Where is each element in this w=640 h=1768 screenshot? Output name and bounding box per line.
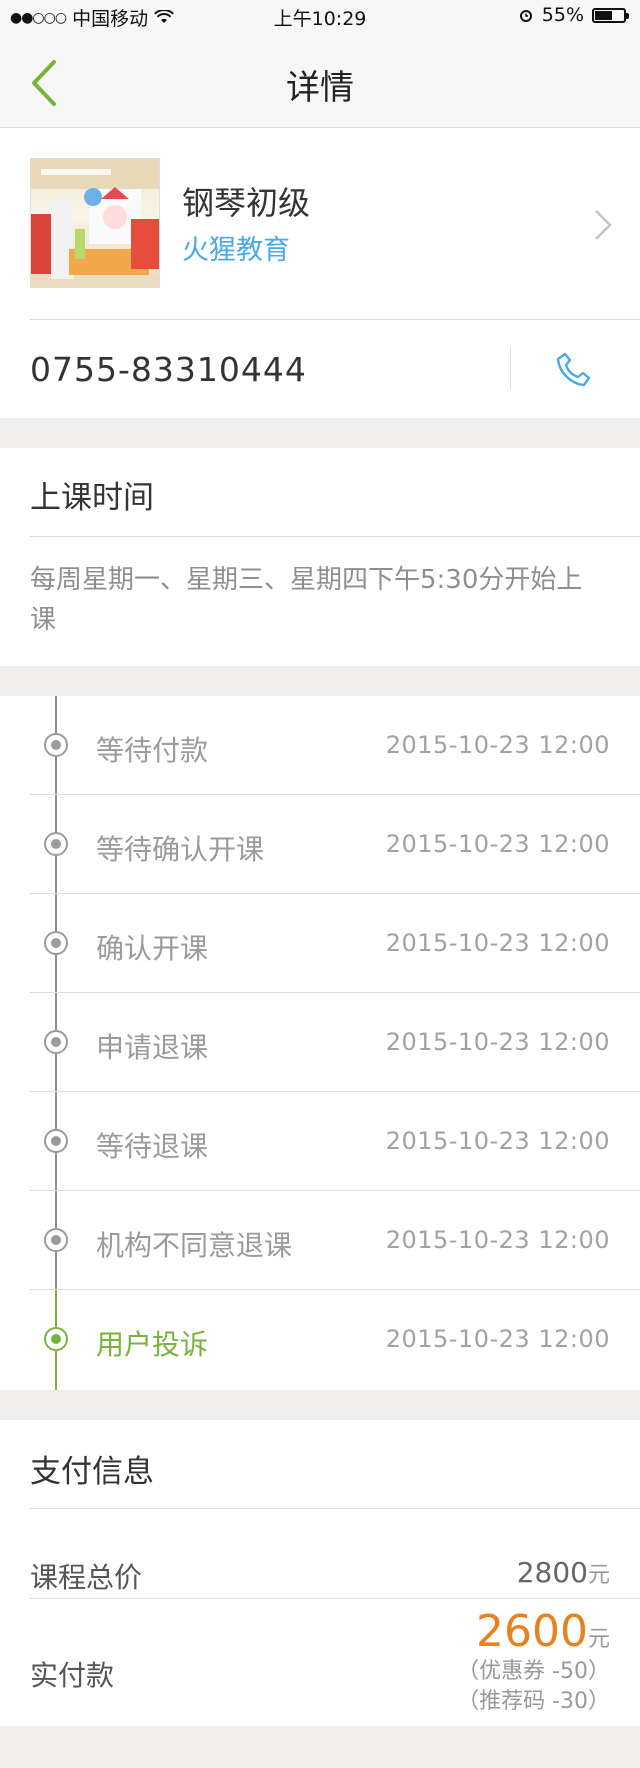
separator <box>510 348 511 390</box>
status-bar: ●●○○○ 中国移动 上午10:29 55% <box>0 0 640 32</box>
total-price-label: 课程总价 <box>30 1561 143 1594</box>
chevron-right-icon <box>595 210 612 240</box>
timeline-item: 机构不同意退课 2015-10-23 12:00 <box>0 1191 640 1290</box>
timeline-time: 2015-10-23 12:00 <box>385 1226 610 1254</box>
actual-paid-value: 2600 <box>476 1606 588 1657</box>
course-card[interactable]: 钢琴初级 火猩教育 <box>0 128 640 320</box>
timeline-item: 确认开课 2015-10-23 12:00 <box>0 894 640 993</box>
organization-link[interactable]: 火猩教育 <box>182 228 290 267</box>
timeline-time: 2015-10-23 12:00 <box>385 929 610 957</box>
status-timeline: 等待付款 2015-10-23 12:00 等待确认开课 2015-10-23 … <box>0 696 640 1390</box>
currency-unit: 元 <box>587 1563 610 1588</box>
timeline-label: 机构不同意退课 <box>96 1229 293 1262</box>
timeline-label: 申请退课 <box>96 1031 209 1064</box>
phone-icon <box>556 352 591 387</box>
timeline-node-icon <box>44 1129 68 1153</box>
timeline-label: 确认开课 <box>96 932 209 965</box>
currency-unit: 元 <box>587 1627 610 1652</box>
timeline-time: 2015-10-23 12:00 <box>385 1028 610 1056</box>
actual-paid-label: 实付款 <box>30 1659 115 1692</box>
coupon-discount: （优惠券 -50） <box>457 1659 610 1684</box>
schedule-section: 上课时间 每周星期一、星期三、星期四下午5:30分开始上课 <box>0 448 640 666</box>
timeline-node-icon <box>44 733 68 757</box>
battery-percent: 55% <box>541 4 584 26</box>
timeline-node-icon <box>44 1228 68 1252</box>
timeline-item: 等待退课 2015-10-23 12:00 <box>0 1092 640 1191</box>
timeline-label: 等待退课 <box>96 1130 209 1163</box>
divider <box>30 1598 640 1599</box>
call-button[interactable] <box>553 350 593 390</box>
total-price-value: 2800 <box>516 1556 588 1589</box>
timeline-time: 2015-10-23 12:00 <box>385 1325 610 1353</box>
timeline-item-current: 用户投诉 2015-10-23 12:00 <box>0 1290 640 1389</box>
schedule-text: 每周星期一、星期三、星期四下午5:30分开始上课 <box>30 565 583 635</box>
contact-row: 0755-83310444 <box>0 320 640 418</box>
course-title: 钢琴初级 <box>182 184 311 222</box>
total-price: 2800元 <box>517 1556 610 1589</box>
timeline-time: 2015-10-23 12:00 <box>385 830 610 858</box>
timeline-label: 用户投诉 <box>96 1328 209 1361</box>
timeline-node-icon <box>44 832 68 856</box>
timeline-node-icon <box>44 931 68 955</box>
battery-icon <box>592 7 629 23</box>
course-image <box>30 158 160 288</box>
payment-heading: 支付信息 <box>30 1454 154 1490</box>
phone-number: 0755-83310444 <box>30 350 307 389</box>
divider <box>30 1508 640 1509</box>
timeline-label: 等待确认开课 <box>96 833 265 866</box>
page-title: 详情 <box>286 68 354 108</box>
timeline-item: 等待付款 2015-10-23 12:00 <box>0 696 640 795</box>
alarm-icon <box>519 10 532 22</box>
timeline-item: 申请退课 2015-10-23 12:00 <box>0 993 640 1092</box>
timeline-node-icon <box>44 1030 68 1054</box>
timeline-label: 等待付款 <box>96 734 209 767</box>
timeline-time: 2015-10-23 12:00 <box>385 731 610 759</box>
timeline-node-active-icon <box>44 1327 68 1351</box>
schedule-heading: 上课时间 <box>30 480 154 516</box>
timeline-time: 2015-10-23 12:00 <box>385 1127 610 1155</box>
timeline-item: 等待确认开课 2015-10-23 12:00 <box>0 795 640 894</box>
payment-section: 支付信息 课程总价 2800元 实付款 2600元 （优惠券 -50） （推荐码… <box>0 1420 640 1726</box>
divider <box>30 536 640 537</box>
referral-discount: （推荐码 -30） <box>457 1689 610 1714</box>
navigation-bar: 详情 <box>0 32 640 128</box>
actual-paid: 2600元 （优惠券 -50） （推荐码 -30） <box>457 1606 610 1717</box>
